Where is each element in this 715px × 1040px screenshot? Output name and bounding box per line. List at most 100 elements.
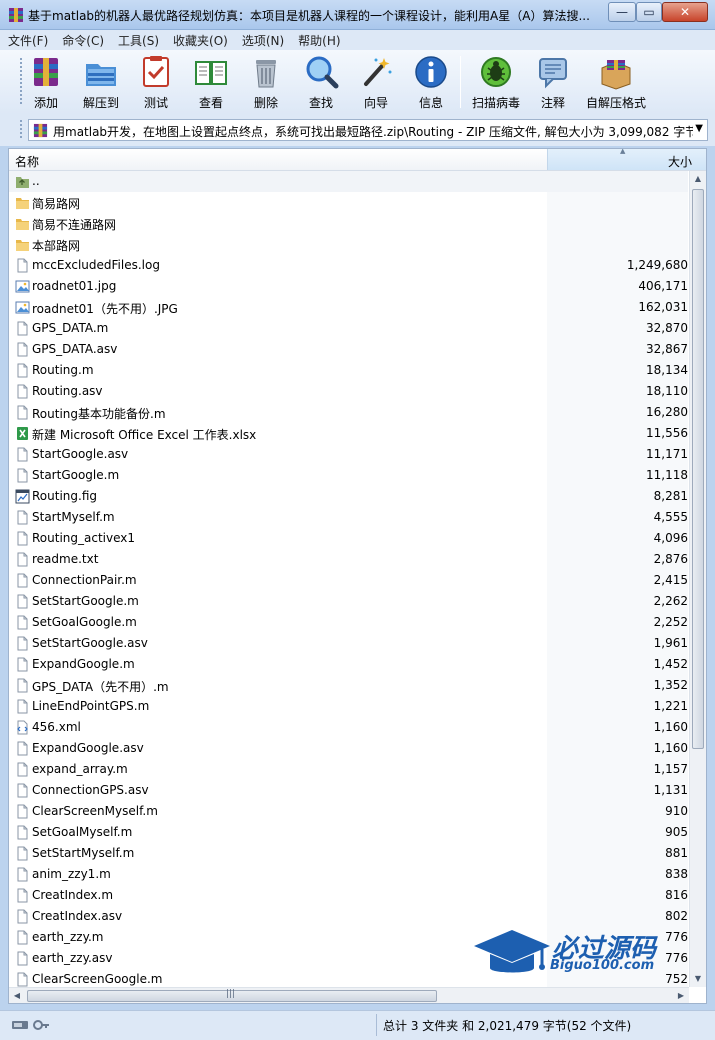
column-name-header[interactable]: 名称 bbox=[15, 153, 39, 170]
vertical-scroll-thumb[interactable] bbox=[692, 189, 704, 749]
file-row[interactable]: SetGoalMyself.m 905 bbox=[9, 822, 688, 843]
file-icon bbox=[15, 531, 30, 546]
comment-button[interactable]: 注释 bbox=[523, 54, 583, 112]
file-row[interactable]: ConnectionGPS.asv 1,131 bbox=[9, 780, 688, 801]
menu-tools[interactable]: 工具(S) bbox=[118, 32, 159, 49]
folder-row[interactable]: 简易不连通路网 bbox=[9, 213, 688, 234]
file-size: 910 bbox=[665, 804, 688, 818]
menu-commands[interactable]: 命令(C) bbox=[62, 32, 104, 49]
file-icon bbox=[15, 573, 30, 588]
magnifier-icon bbox=[306, 56, 339, 89]
folder-row[interactable]: 本部路网 bbox=[9, 234, 688, 255]
file-row[interactable]: roadnet01.jpg 406,171 bbox=[9, 276, 688, 297]
file-icon bbox=[15, 657, 30, 672]
file-size: 816 bbox=[665, 888, 688, 902]
file-name: ClearScreenMyself.m bbox=[32, 804, 158, 818]
find-button[interactable]: 查找 bbox=[291, 54, 351, 112]
file-row[interactable]: SetStartGoogle.m 2,262 bbox=[9, 591, 688, 612]
file-row[interactable]: Routing.m 18,134 bbox=[9, 360, 688, 381]
menu-options[interactable]: 选项(N) bbox=[242, 32, 284, 49]
folder-row[interactable]: 简易路网 bbox=[9, 192, 688, 213]
file-row[interactable]: ExpandGoogle.m 1,452 bbox=[9, 654, 688, 675]
horizontal-scroll-thumb[interactable]: ||| bbox=[27, 989, 437, 1002]
file-row[interactable]: SetGoalGoogle.m 2,252 bbox=[9, 612, 688, 633]
chevron-down-icon[interactable]: ▼ bbox=[695, 123, 703, 134]
file-row[interactable]: ConnectionPair.m 2,415 bbox=[9, 570, 688, 591]
winrar-app-icon[interactable] bbox=[8, 7, 24, 23]
delete-button[interactable]: 删除 bbox=[236, 54, 296, 112]
file-row[interactable]: readme.txt 2,876 bbox=[9, 549, 688, 570]
file-row[interactable]: GPS_DATA.m 32,870 bbox=[9, 318, 688, 339]
drive-key-icon[interactable] bbox=[12, 1019, 50, 1031]
file-icon bbox=[15, 363, 30, 378]
file-row[interactable]: expand_array.m 1,157 bbox=[9, 759, 688, 780]
column-size-header[interactable]: ▲ 大小 bbox=[547, 149, 706, 170]
test-button[interactable]: 测试 bbox=[126, 54, 186, 112]
wizard-button[interactable]: 向导 bbox=[346, 54, 406, 112]
path-dropdown[interactable]: 用matlab开发，在地图上设置起点终点，系统可找出最短路径.zip\Routi… bbox=[28, 119, 708, 141]
file-row[interactable]: ExpandGoogle.asv 1,160 bbox=[9, 738, 688, 759]
file-row[interactable]: Routing.asv 18,110 bbox=[9, 381, 688, 402]
file-row[interactable]: 新建 Microsoft Office Excel 工作表.xlsx 11,556 bbox=[9, 423, 688, 444]
file-icon bbox=[15, 930, 30, 945]
watermark-url: Biguo100.com bbox=[550, 958, 655, 973]
sfx-button[interactable]: 自解压格式 bbox=[585, 54, 647, 112]
file-row[interactable]: ClearScreenMyself.m 910 bbox=[9, 801, 688, 822]
folder-icon bbox=[15, 216, 30, 231]
file-row[interactable]: CreatIndex.m 816 bbox=[9, 885, 688, 906]
file-row[interactable]: GPS_DATA.asv 32,867 bbox=[9, 339, 688, 360]
file-row[interactable]: SetStartMyself.m 881 bbox=[9, 843, 688, 864]
file-icon bbox=[15, 804, 30, 819]
file-icon bbox=[15, 552, 30, 567]
extract-to-button[interactable]: 解压到 bbox=[71, 54, 131, 112]
file-row[interactable]: GPS_DATA（先不用）.m 1,352 bbox=[9, 675, 688, 696]
menu-file[interactable]: 文件(F) bbox=[8, 32, 48, 49]
file-row[interactable]: StartMyself.m 4,555 bbox=[9, 507, 688, 528]
file-row[interactable]: anim_zzy1.m 838 bbox=[9, 864, 688, 885]
file-size: 18,134 bbox=[646, 363, 688, 377]
menu-help[interactable]: 帮助(H) bbox=[298, 32, 340, 49]
file-row[interactable]: LineEndPointGPS.m 1,221 bbox=[9, 696, 688, 717]
add-button[interactable]: 添加 bbox=[16, 54, 76, 112]
file-size: 32,870 bbox=[646, 321, 688, 335]
menu-favorites[interactable]: 收藏夹(O) bbox=[173, 32, 228, 49]
file-size: 1,157 bbox=[653, 762, 688, 776]
vertical-scrollbar[interactable]: ▲ ▼ bbox=[689, 171, 706, 987]
maximize-button[interactable]: ▭ bbox=[636, 2, 662, 22]
toolbar: 添加 解压到 测试 查看 删除 查找 向导 信息 扫描病毒 注释 自解压格式 bbox=[0, 50, 715, 114]
scroll-right-icon[interactable]: ▶ bbox=[673, 988, 689, 1003]
graduation-cap-icon bbox=[474, 930, 550, 973]
close-button[interactable]: ✕ bbox=[662, 2, 708, 22]
view-button[interactable]: 查看 bbox=[181, 54, 241, 112]
folder-icon bbox=[15, 195, 30, 210]
scroll-left-icon[interactable]: ◀ bbox=[9, 988, 25, 1003]
parent-directory-row[interactable]: .. bbox=[9, 171, 688, 192]
column-size-label: 大小 bbox=[667, 155, 692, 169]
file-size: 2,252 bbox=[653, 615, 688, 629]
file-icon bbox=[15, 342, 30, 357]
file-row[interactable]: Routing.fig 8,281 bbox=[9, 486, 688, 507]
folder-icon bbox=[15, 237, 30, 252]
address-grip[interactable] bbox=[20, 120, 22, 140]
file-row[interactable]: StartGoogle.m 11,118 bbox=[9, 465, 688, 486]
file-icon bbox=[15, 405, 30, 420]
file-size: 4,555 bbox=[653, 510, 688, 524]
horizontal-scrollbar[interactable]: ◀ ||| ▶ bbox=[9, 987, 689, 1003]
view-label: 查看 bbox=[198, 96, 223, 110]
find-label: 查找 bbox=[308, 96, 333, 110]
file-row[interactable]: roadnet01（先不用）.JPG 162,031 bbox=[9, 297, 688, 318]
view-book-icon bbox=[195, 61, 227, 85]
file-name: 简易不连通路网 bbox=[32, 218, 117, 232]
info-button[interactable]: 信息 bbox=[401, 54, 461, 112]
file-row[interactable]: Routing基本功能备份.m 16,280 bbox=[9, 402, 688, 423]
file-row[interactable]: Routing_activex1 4,096 bbox=[9, 528, 688, 549]
file-list[interactable]: 名称 ▲ 大小 .. 简易路网简易不连通路网本部路网 mccExcludedFile… bbox=[8, 148, 707, 1004]
file-row[interactable]: SetStartGoogle.asv 1,961 bbox=[9, 633, 688, 654]
file-row[interactable]: StartGoogle.asv 11,171 bbox=[9, 444, 688, 465]
file-name: readme.txt bbox=[32, 552, 99, 566]
scroll-up-icon[interactable]: ▲ bbox=[690, 171, 706, 187]
scan-virus-button[interactable]: 扫描病毒 bbox=[466, 54, 526, 112]
minimize-button[interactable]: — bbox=[608, 2, 636, 22]
file-row[interactable]: 456.xml 1,160 bbox=[9, 717, 688, 738]
file-row[interactable]: mccExcludedFiles.log 1,249,680 bbox=[9, 255, 688, 276]
